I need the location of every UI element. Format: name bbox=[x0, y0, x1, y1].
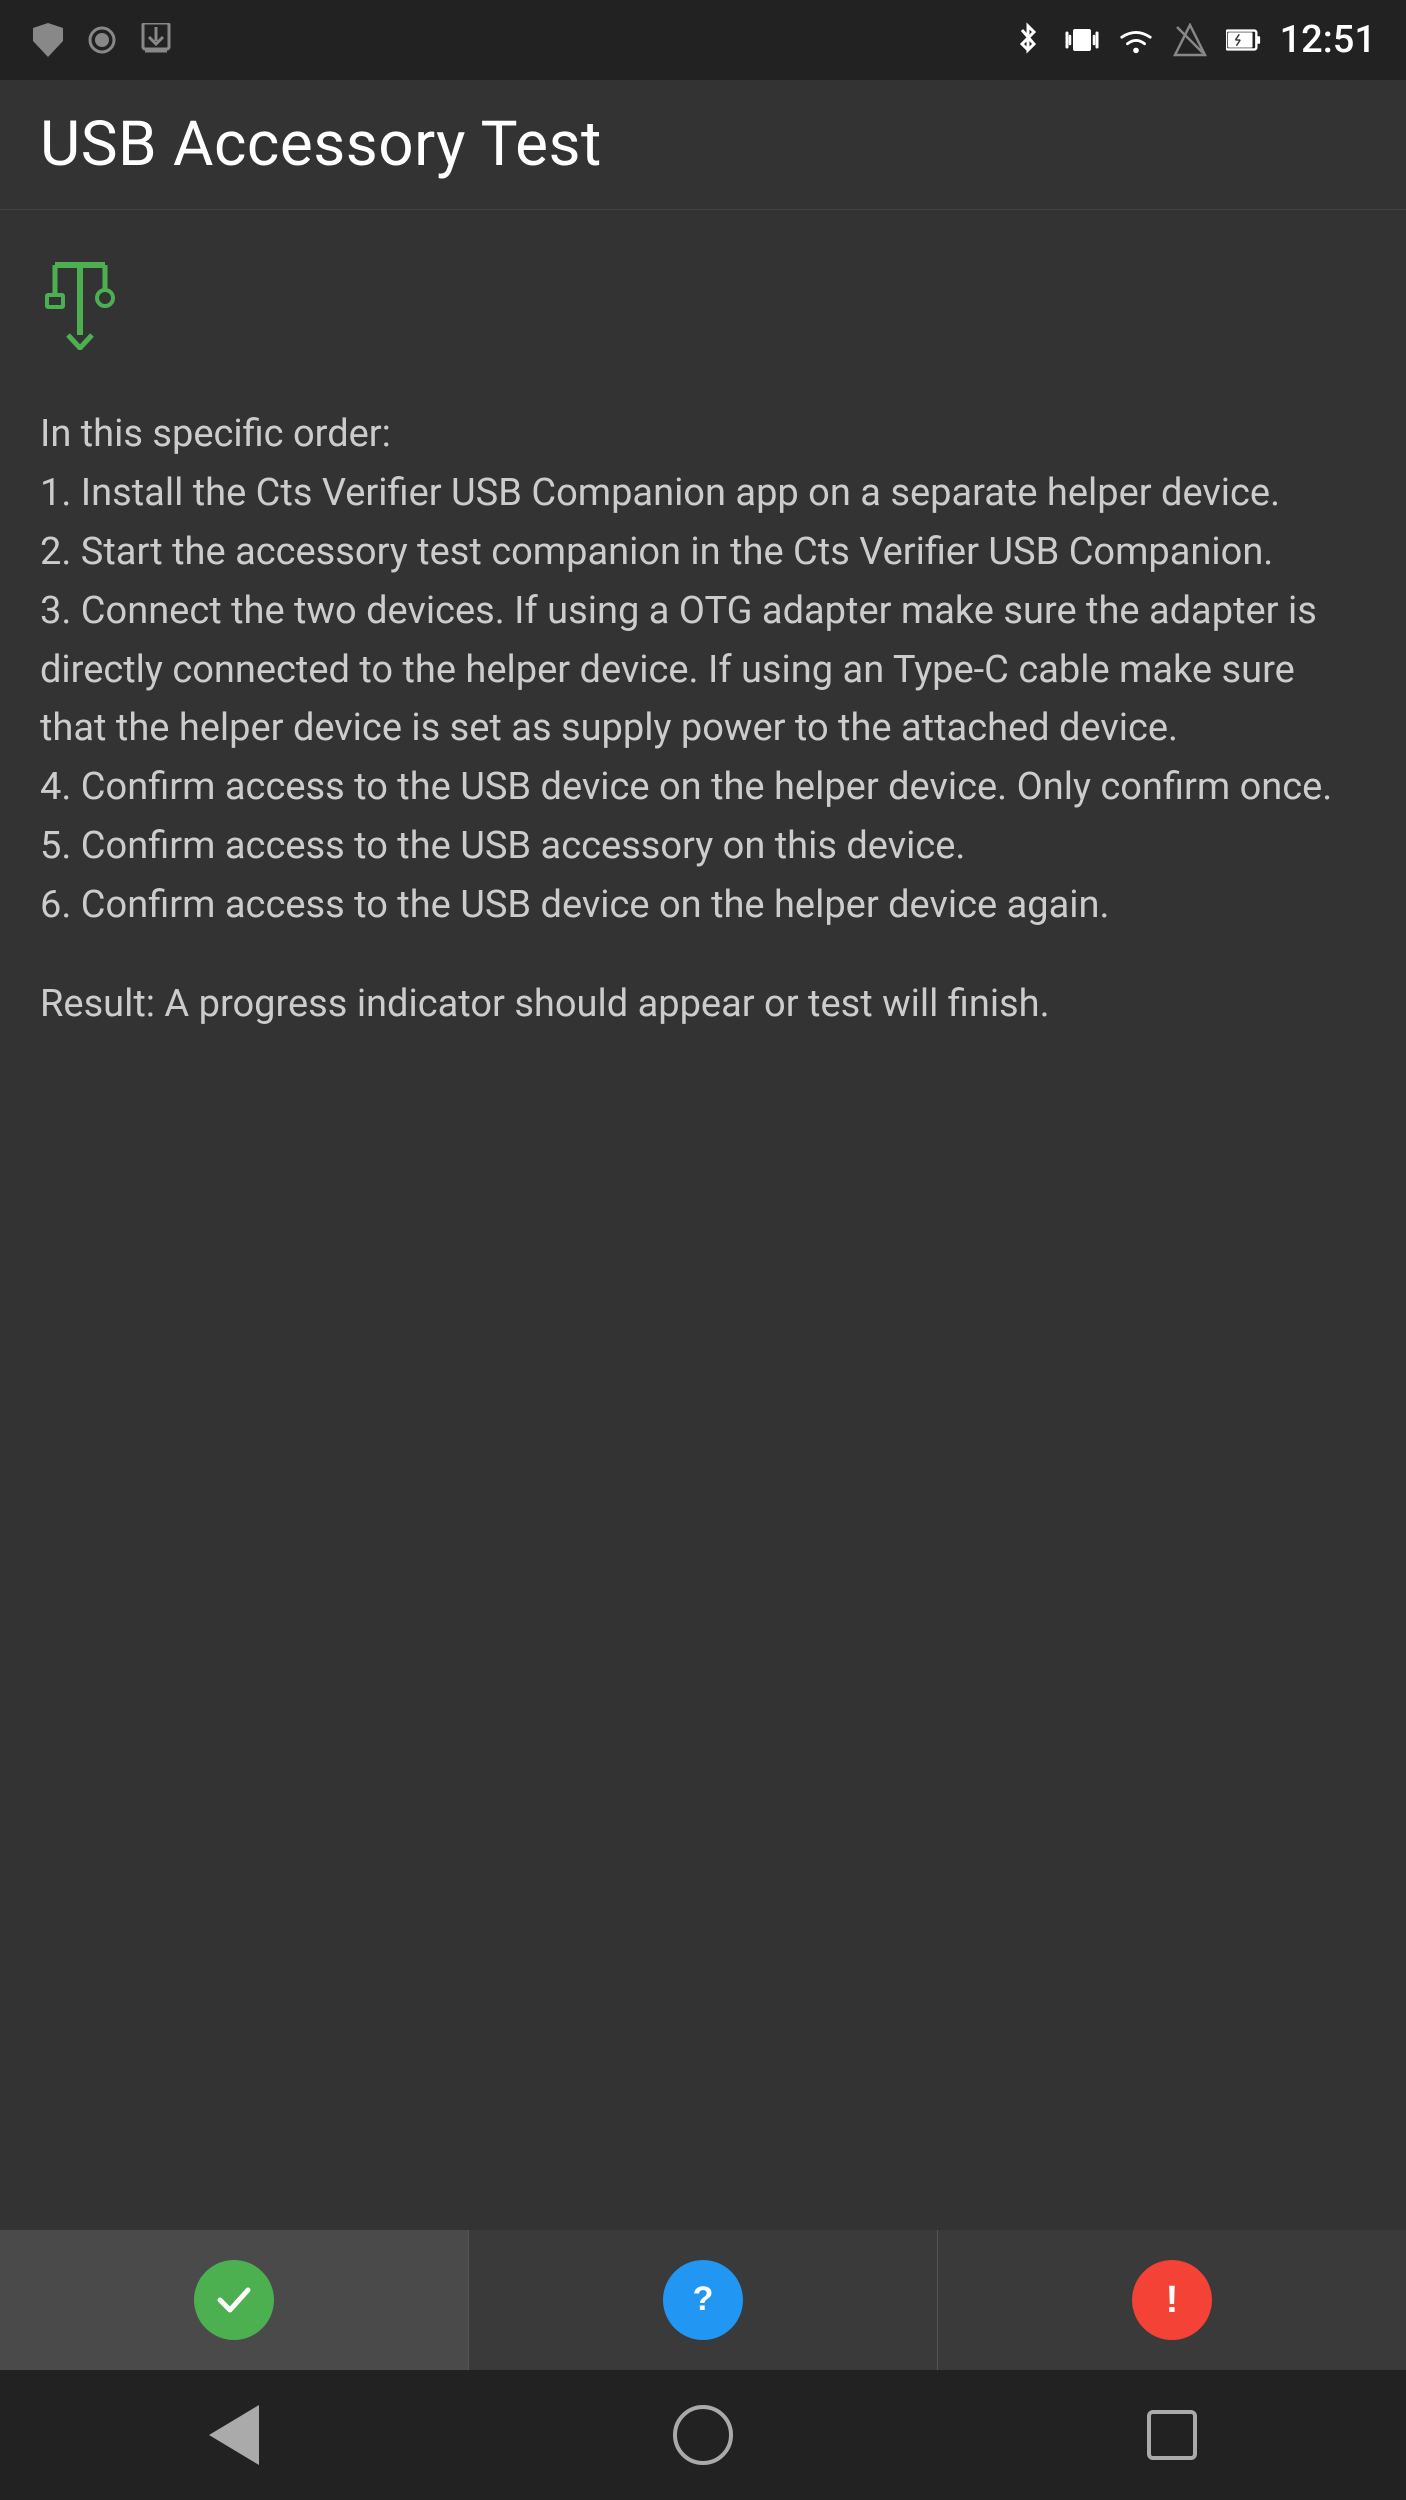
fail-icon: ! bbox=[1132, 2260, 1212, 2340]
vibrate-icon bbox=[1064, 22, 1100, 58]
app-bar: USB Accessory Test bbox=[0, 80, 1406, 210]
back-button[interactable] bbox=[194, 2395, 274, 2475]
status-time: 12:51 bbox=[1280, 18, 1376, 62]
info-icon: ? bbox=[663, 2260, 743, 2340]
pass-icon bbox=[194, 2260, 274, 2340]
home-button[interactable] bbox=[663, 2395, 743, 2475]
recents-icon bbox=[1147, 2410, 1197, 2460]
wifi-icon bbox=[1118, 22, 1154, 58]
app-title: USB Accessory Test bbox=[40, 108, 602, 181]
battery-icon bbox=[1226, 22, 1262, 58]
pass-button[interactable] bbox=[0, 2230, 469, 2370]
result-text: Result: A progress indicator should appe… bbox=[40, 975, 1366, 1034]
download-icon bbox=[138, 22, 174, 58]
bluetooth-icon bbox=[1010, 22, 1046, 58]
back-icon bbox=[209, 2405, 259, 2465]
usb-icon bbox=[40, 260, 1366, 365]
svg-text:!: ! bbox=[1166, 2279, 1179, 2321]
main-content: In this specific order: 1. Install the C… bbox=[0, 210, 1406, 1074]
info-button[interactable]: ? bbox=[469, 2230, 938, 2370]
signal-icon bbox=[1172, 22, 1208, 58]
system-nav-bar bbox=[0, 2370, 1406, 2500]
shield-icon bbox=[30, 22, 66, 58]
status-bar-left-icons bbox=[30, 22, 174, 58]
instructions-text: In this specific order: 1. Install the C… bbox=[40, 405, 1366, 935]
bottom-action-bar: ? ! bbox=[0, 2230, 1406, 2370]
home-icon bbox=[673, 2405, 733, 2465]
record-icon bbox=[84, 22, 120, 58]
status-bar: 12:51 bbox=[0, 0, 1406, 80]
svg-text:?: ? bbox=[693, 2280, 714, 2318]
status-bar-right-icons: 12:51 bbox=[1010, 18, 1376, 62]
recents-button[interactable] bbox=[1132, 2395, 1212, 2475]
fail-button[interactable]: ! bbox=[938, 2230, 1406, 2370]
result-content: Result: A progress indicator should appe… bbox=[40, 982, 1050, 1026]
instructions-content: In this specific order: 1. Install the C… bbox=[40, 412, 1332, 927]
